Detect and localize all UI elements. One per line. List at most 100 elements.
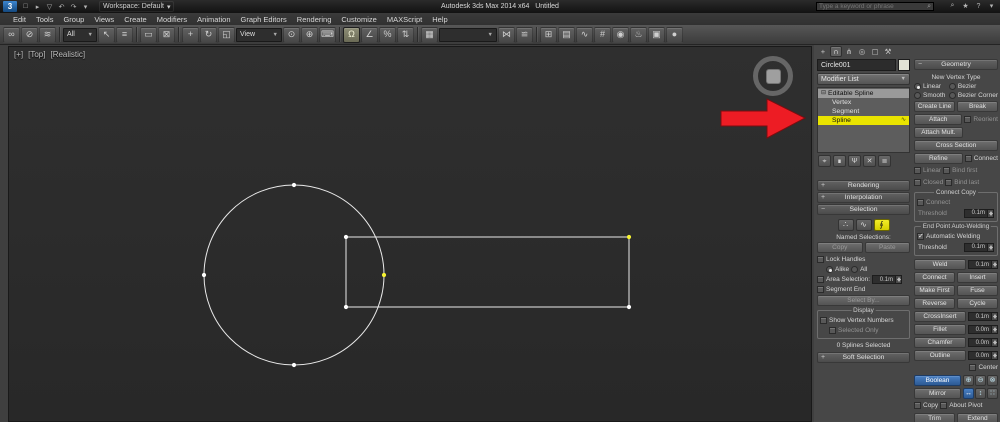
menu-item[interactable]: Customize xyxy=(336,13,381,25)
select-and-scale-icon[interactable]: ◱ xyxy=(218,26,235,43)
redo-icon[interactable]: ↷ xyxy=(68,2,79,12)
search-box[interactable]: ⌕ xyxy=(816,2,934,11)
fillet-button[interactable]: Fillet xyxy=(914,324,966,335)
app-logo-icon[interactable]: 3 xyxy=(3,1,17,12)
spline-vertex[interactable] xyxy=(381,272,387,278)
reorient-checkbox[interactable] xyxy=(964,115,972,123)
select-and-link-icon[interactable]: ∞ xyxy=(3,26,20,43)
show-end-result-icon[interactable]: ∎ xyxy=(833,155,846,167)
menu-item[interactable]: MAXScript xyxy=(382,13,427,25)
segment-level-button[interactable]: ∿ xyxy=(855,219,872,231)
select-object-icon[interactable]: ↖ xyxy=(98,26,115,43)
rollout-geometry[interactable]: − Geometry xyxy=(914,59,998,70)
reference-coordinate-dropdown[interactable]: View ▼ xyxy=(236,27,282,42)
tab-create[interactable]: + xyxy=(817,46,829,57)
tab-utilities[interactable]: ⚒ xyxy=(882,46,894,57)
linear-checkbox[interactable] xyxy=(914,167,921,174)
tab-display[interactable]: ▢ xyxy=(869,46,881,57)
weld-threshold-spinner[interactable]: 0.1m xyxy=(964,242,994,252)
tree-expand-icon[interactable]: ⊟ xyxy=(821,89,826,98)
cross-insert-spinner[interactable]: 0.1m xyxy=(968,312,998,321)
trim-button[interactable]: Trim xyxy=(914,413,955,422)
favorites-icon[interactable]: ★ xyxy=(960,1,971,11)
rollout-rendering[interactable]: + Rendering xyxy=(817,180,910,191)
select-and-move-icon[interactable]: + xyxy=(182,26,199,43)
menu-item[interactable]: Group xyxy=(58,13,89,25)
menu-item[interactable]: Tools xyxy=(31,13,59,25)
curve-editor-icon[interactable]: ∿ xyxy=(576,26,593,43)
spinner-arrows[interactable] xyxy=(987,209,993,217)
attach-mult-button[interactable]: Attach Mult. xyxy=(914,127,963,138)
spinner-arrows[interactable] xyxy=(991,326,997,333)
window-crossing-icon[interactable]: ⊠ xyxy=(158,26,175,43)
spline-vertex[interactable] xyxy=(291,362,297,368)
spinner-arrows[interactable] xyxy=(987,243,993,251)
spline-vertex[interactable] xyxy=(343,304,349,310)
spline-vertex[interactable] xyxy=(343,234,349,240)
fillet-spinner[interactable]: 0.0m xyxy=(968,325,998,334)
weld-button[interactable]: Weld xyxy=(914,259,966,270)
viewport-menu-label[interactable]: [Top] xyxy=(28,50,45,59)
menu-item[interactable]: Edit xyxy=(8,13,31,25)
project-folder-icon[interactable]: ▾ xyxy=(80,2,91,12)
stack-item-spline[interactable]: Spline ∿ xyxy=(818,116,909,125)
align-icon[interactable]: ≌ xyxy=(516,26,533,43)
viewport-menu-label[interactable]: [Realistic] xyxy=(50,50,85,59)
boolean-button[interactable]: Boolean xyxy=(914,375,961,386)
search-icon[interactable]: ⌕ xyxy=(927,3,931,11)
selected-only-checkbox[interactable] xyxy=(829,327,836,334)
stack-item-segment[interactable]: Segment xyxy=(818,107,909,116)
refine-button[interactable]: Refine xyxy=(914,153,963,164)
create-line-button[interactable]: Create Line xyxy=(914,101,955,112)
chamfer-button[interactable]: Chamfer xyxy=(914,337,966,348)
viewcube-top-face[interactable] xyxy=(765,68,781,84)
spline-rectangle[interactable] xyxy=(345,236,630,308)
menu-item[interactable]: Modifiers xyxy=(152,13,192,25)
refine-connect-checkbox[interactable] xyxy=(964,154,972,162)
segment-end-checkbox[interactable] xyxy=(817,286,824,293)
mirror-button[interactable]: Mirror xyxy=(914,388,961,399)
spline-vertex[interactable] xyxy=(291,182,297,188)
select-and-rotate-icon[interactable]: ↻ xyxy=(200,26,217,43)
help-icon[interactable]: ? xyxy=(973,1,984,11)
outline-button[interactable]: Outline xyxy=(914,350,966,361)
pin-stack-icon[interactable]: ⌖ xyxy=(818,155,831,167)
menu-item[interactable]: Graph Editors xyxy=(236,13,292,25)
configure-modifier-sets-icon[interactable]: ≣ xyxy=(878,155,891,167)
all-radio[interactable] xyxy=(851,266,859,273)
menu-item[interactable]: Create xyxy=(119,13,152,25)
select-and-manipulate-icon[interactable]: ⊕ xyxy=(301,26,318,43)
bind-first-checkbox[interactable] xyxy=(943,167,951,174)
attach-button[interactable]: Attach xyxy=(914,114,963,125)
spline-vertex[interactable] xyxy=(626,304,632,310)
smooth-radio[interactable] xyxy=(914,91,921,99)
about-pivot-checkbox[interactable] xyxy=(940,402,948,409)
vertex-level-button[interactable]: ∴ xyxy=(837,219,854,231)
tab-motion[interactable]: ◎ xyxy=(856,46,868,57)
automatic-welding-checkbox[interactable] xyxy=(917,233,924,241)
select-by-name-icon[interactable]: ≡ xyxy=(116,26,133,43)
spline-vertex[interactable] xyxy=(626,234,632,240)
mirror-horizontal-icon[interactable]: ↔ xyxy=(963,388,974,399)
spinner-arrows[interactable] xyxy=(991,339,997,346)
remove-modifier-icon[interactable]: ✕ xyxy=(863,155,876,167)
schematic-view-icon[interactable]: # xyxy=(594,26,611,43)
show-vertex-numbers-checkbox[interactable] xyxy=(820,317,827,324)
cross-insert-button[interactable]: CrossInsert xyxy=(914,311,966,322)
cross-section-button[interactable]: Cross Section xyxy=(914,140,998,151)
spinner-arrows[interactable] xyxy=(991,261,997,268)
menu-item[interactable]: Animation xyxy=(192,13,235,25)
make-first-button[interactable]: Make First xyxy=(914,285,955,296)
spline-vertex[interactable] xyxy=(201,272,207,278)
area-selection-spinner[interactable]: 0.1m xyxy=(872,275,903,284)
bezier-corner-radio[interactable] xyxy=(948,91,956,99)
insert-button[interactable]: Insert xyxy=(957,272,998,283)
stack-item-vertex[interactable]: Vertex xyxy=(818,98,909,107)
viewport-top[interactable]: [+] [Top] [Realistic] xyxy=(8,46,812,422)
menu-item[interactable]: Help xyxy=(427,13,452,25)
cycle-button[interactable]: Cycle xyxy=(957,298,998,309)
bind-last-checkbox[interactable] xyxy=(945,179,953,186)
spline-level-button[interactable]: ∮ xyxy=(873,219,890,231)
outline-spinner[interactable]: 0.0m xyxy=(968,351,998,360)
viewport-menu-label[interactable]: [+] xyxy=(14,50,23,59)
